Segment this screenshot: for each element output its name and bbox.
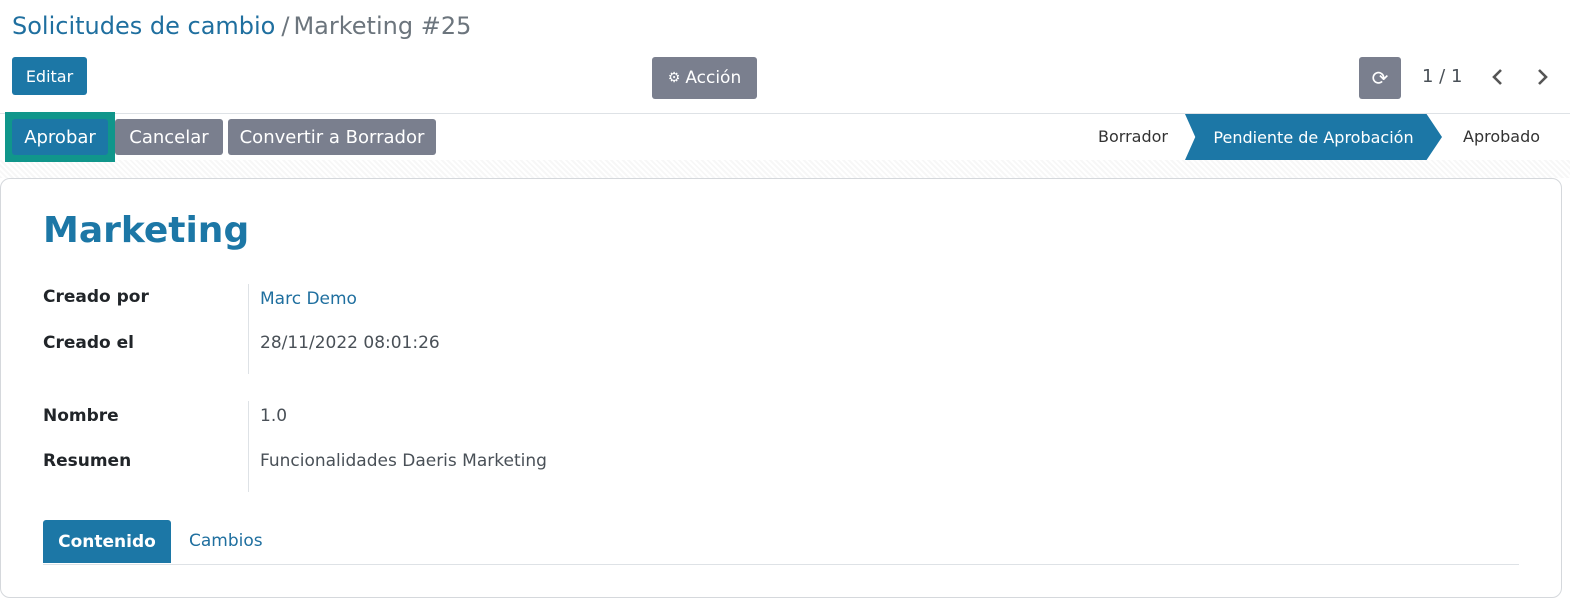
field-group-divider: [248, 401, 249, 492]
created-on-value: 28/11/2022 08:01:26: [260, 333, 440, 353]
created-on-label: Creado el: [43, 333, 134, 353]
edit-button[interactable]: Editar: [12, 57, 87, 95]
tab-content[interactable]: Contenido: [43, 520, 171, 563]
summary-label: Resumen: [43, 451, 132, 471]
tab-changes[interactable]: Cambios: [189, 531, 263, 551]
name-label: Nombre: [43, 406, 119, 426]
chevron-right-icon[interactable]: [1531, 62, 1553, 92]
record-title: Marketing: [43, 210, 250, 251]
breadcrumb-parent-link[interactable]: Solicitudes de cambio: [12, 12, 275, 40]
stage-pending-approval: Pendiente de Aprobación: [1185, 114, 1442, 160]
chevron-left-icon[interactable]: [1487, 62, 1509, 92]
field-group-divider: [248, 284, 249, 374]
convert-to-draft-button[interactable]: Convertir a Borrador: [228, 119, 436, 155]
stage-approved[interactable]: Aprobado: [1463, 127, 1540, 146]
pager-value[interactable]: 1 / 1: [1422, 66, 1462, 87]
name-value: 1.0: [260, 406, 288, 426]
tab-divider: [43, 564, 1519, 565]
breadcrumb-current: Marketing #25: [293, 12, 472, 40]
action-button-label: Acción: [685, 68, 742, 88]
approve-button[interactable]: Aprobar: [12, 119, 108, 155]
action-button[interactable]: ⚙ Acción: [652, 57, 757, 99]
stage-draft[interactable]: Borrador: [1098, 127, 1168, 146]
created-by-value[interactable]: Marc Demo: [260, 289, 357, 309]
breadcrumb-separator: /: [281, 12, 290, 40]
breadcrumb: Solicitudes de cambio / Marketing #25: [12, 12, 471, 40]
gear-icon: ⚙: [667, 70, 681, 86]
refresh-icon: ⟳: [1371, 66, 1389, 90]
summary-value: Funcionalidades Daeris Marketing: [260, 451, 547, 471]
created-by-label: Creado por: [43, 287, 149, 307]
cancel-button[interactable]: Cancelar: [115, 119, 223, 155]
refresh-button[interactable]: ⟳: [1359, 57, 1401, 99]
